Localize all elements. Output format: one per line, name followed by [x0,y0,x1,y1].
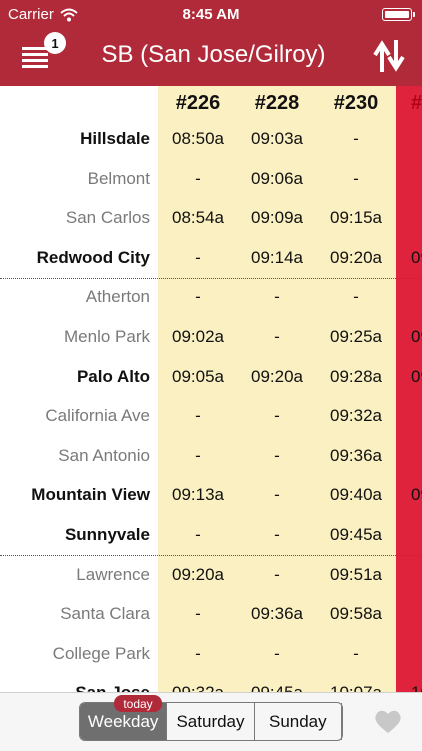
departure-time: - [274,525,280,544]
station-name[interactable]: Palo Alto [77,367,150,387]
departure-time: 09:02a [172,327,224,346]
timetable-grid[interactable]: #226 #228 #230 # Hillsdale 08:50a 09:03a - Belmo… [0,86,422,692]
departure-time: 09:06a [251,168,303,188]
swap-direction-button[interactable] [372,38,406,74]
departure-time: 09 [411,366,422,386]
departure-time: - [274,564,280,584]
departure-time: 09:58a [330,604,382,624]
tab-sunday[interactable]: Sunday [255,703,342,740]
departure-time: - [274,406,280,426]
departure-time: 09:20a [172,564,224,584]
zone-divider [0,555,422,556]
departure-time: 09:36a [251,604,303,624]
page-title: SB (San Jose/Gilroy) [101,41,326,68]
clock: 8:45 AM [182,6,240,23]
schedule-toolbar: Weekday Saturday Sunday today [0,692,422,751]
departure-time: 08:50a [172,129,224,148]
departure-time: - [195,287,201,307]
express-column-highlight [396,86,422,692]
station-name[interactable]: Atherton [86,287,150,307]
departure-time: 09:51a [330,564,382,584]
departure-time: 09:03a [251,129,303,148]
departure-time: - [195,604,201,624]
departure-time: 09:13a [172,485,224,505]
departure-time: 09:09a [251,208,303,228]
train-number-header[interactable]: #226 [158,92,238,115]
app-header: Carrier 8:45 AM 1 SB (San Jose/Gilroy) [0,0,422,86]
station-name[interactable]: California Ave [45,406,150,426]
departure-time: 09:45a [237,683,317,692]
station-name[interactable]: Santa Clara [60,604,150,624]
tab-saturday[interactable]: Saturday [167,703,255,740]
battery-icon [382,8,415,21]
departure-time: 09:05a [172,366,224,386]
departure-time: 09 [411,247,422,267]
favorite-button[interactable] [374,709,402,735]
menu-button[interactable]: 1 [14,32,66,80]
departure-time: 09 [411,327,422,346]
departure-time: - [195,247,201,267]
heart-icon [375,710,401,733]
station-name[interactable]: Sunnyvale [65,525,150,545]
departure-time: - [274,327,280,346]
train-number-header[interactable]: # [411,92,422,115]
station-name[interactable]: College Park [53,644,150,664]
zone-divider [0,277,422,279]
schedule-day-selector: Weekday Saturday Sunday today [79,695,343,741]
departure-time: - [353,129,359,148]
departure-time: 09:32a [158,683,238,692]
departure-time: 09:45a [330,525,382,544]
departure-time: - [274,643,280,663]
today-badge: today [114,695,162,712]
departure-time: 09:25a [330,327,382,346]
departure-time: 08:54a [172,208,224,228]
departure-time: - [274,287,280,307]
station-name[interactable]: Hillsdale [80,129,150,149]
status-bar: Carrier 8:45 AM [0,0,422,28]
departure-time: - [195,525,201,544]
departure-time: - [353,168,359,188]
departure-time: - [353,643,359,663]
train-number-header[interactable]: #228 [237,92,317,115]
departure-time: 09:40a [330,485,382,505]
departure-time: - [195,168,201,188]
departure-time: 09:20a [251,366,303,386]
station-name[interactable]: San Carlos [66,208,150,228]
train-number-header[interactable]: #230 [316,92,396,115]
departure-time: - [195,643,201,663]
departure-time: - [195,445,201,465]
departure-time: - [274,445,280,465]
departure-time: 09:32a [330,406,382,426]
departure-time: 09 [411,485,422,505]
station-name[interactable]: Redwood City [37,248,150,268]
departure-time: - [274,485,280,505]
nav-bar: 1 SB (San Jose/Gilroy) [0,28,422,86]
station-name[interactable]: Menlo Park [64,327,150,347]
station-name[interactable]: Lawrence [76,565,150,585]
departure-time: 09:20a [330,247,382,267]
departure-time: 10 [411,683,422,692]
departure-time: - [353,287,359,307]
departure-time: 10:07a [316,683,396,692]
station-name[interactable]: Mountain View [31,485,150,505]
departure-time: 09:28a [330,366,382,386]
station-name[interactable]: San Jose [75,683,150,692]
departure-time: - [195,406,201,426]
departure-time: 09:14a [251,247,303,267]
departure-time: 09:36a [330,445,382,465]
station-name[interactable]: San Antonio [58,446,150,466]
station-name[interactable]: Belmont [88,169,150,189]
notification-badge: 1 [44,32,66,54]
swap-arrows-icon [373,40,405,72]
departure-time: 09:15a [330,208,382,228]
